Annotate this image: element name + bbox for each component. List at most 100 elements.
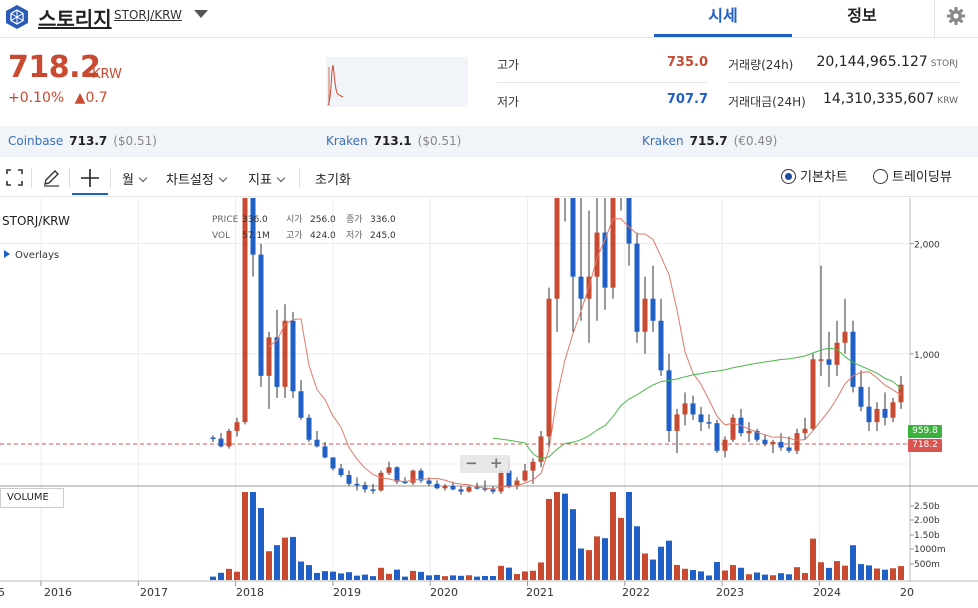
volume-bar xyxy=(514,574,520,580)
chevron-down-icon xyxy=(218,173,228,183)
zoom-out-button[interactable]: − xyxy=(465,454,478,472)
high-label: 고가 xyxy=(497,58,520,72)
candle-body xyxy=(794,433,800,451)
volume-bar xyxy=(290,536,296,580)
candle-body xyxy=(826,359,832,365)
period-label: 월 xyxy=(122,173,134,188)
zoom-in-button[interactable]: + xyxy=(490,454,503,472)
price-change: +0.10% ▲0.7 xyxy=(8,90,108,106)
period-dropdown[interactable]: 월 xyxy=(122,169,148,188)
coin-name[interactable]: 스토리지 xyxy=(38,3,112,32)
ohlc-high-label: 고가 xyxy=(286,231,303,241)
chart-toolbar: 월 차트설정 지표 초기화 기본차트 트레이딩뷰 xyxy=(0,159,978,197)
chart-type-basic[interactable]: 기본차트 xyxy=(781,166,848,185)
volume-bar xyxy=(490,575,496,580)
pencil-icon[interactable] xyxy=(42,168,61,187)
volume-bar xyxy=(690,570,696,580)
candle-body xyxy=(306,417,312,440)
candle-body xyxy=(642,298,648,332)
time-tick-label: 2021 xyxy=(526,586,554,599)
candle-body xyxy=(442,486,448,489)
toolbar-divider xyxy=(110,168,111,188)
volume-bar xyxy=(386,573,392,580)
volume-bar xyxy=(658,546,664,580)
ohlc-tooltip: PRICE 336.0 시가 256.0 종가 336.0 VOL 57.1M 고가 424.0… xyxy=(212,212,396,244)
volume-bar xyxy=(810,538,816,580)
volume-bar xyxy=(730,565,736,580)
volume-bar xyxy=(714,562,720,580)
crosshair-button[interactable] xyxy=(72,161,108,195)
volume-bar xyxy=(354,575,360,580)
candle-body xyxy=(362,484,368,490)
volume-bar xyxy=(394,569,400,580)
candle-body xyxy=(530,461,536,471)
volume-bar xyxy=(210,576,216,580)
candle-body xyxy=(282,320,288,387)
candle-body xyxy=(258,254,264,376)
candle-body xyxy=(698,414,704,423)
turnover-unit: KRW xyxy=(937,96,958,106)
volume-bar xyxy=(818,562,824,580)
volume-bar xyxy=(674,564,680,580)
chart-type-basic-label: 기본차트 xyxy=(800,170,848,185)
volume-bar xyxy=(826,567,832,580)
current-price: 718.2 xyxy=(8,50,101,85)
price-chart[interactable]: 5,0004,0003,0002,0001,0002.50b2.00b1.50b… xyxy=(0,198,978,608)
volume-bar xyxy=(562,493,568,580)
volume-bar xyxy=(466,575,472,580)
top-header: 스토리지 STORJ/KRW 시세 정보 xyxy=(0,0,978,38)
volume-bar xyxy=(546,498,552,580)
indicators-label: 지표 xyxy=(248,173,272,188)
overlays-toggle[interactable]: Overlays xyxy=(4,250,59,261)
exchange-diff: ($0.51) xyxy=(113,134,157,148)
candle-body xyxy=(866,406,872,423)
exchange-kraken-usd[interactable]: Kraken 713.1 ($0.51) xyxy=(326,134,461,148)
tab-info[interactable]: 정보 xyxy=(792,0,932,37)
exchange-coinbase[interactable]: Coinbase 713.7 ($0.51) xyxy=(8,134,157,148)
volume-bar xyxy=(834,561,840,580)
low-value: 707.7 xyxy=(666,92,708,107)
indicators-dropdown[interactable]: 지표 xyxy=(248,169,286,188)
exchange-price-bar: Coinbase 713.7 ($0.51) Kraken 713.1 ($0.51) … xyxy=(0,126,978,157)
volume-bar xyxy=(650,559,656,580)
price-tick-label: 2,000 xyxy=(914,241,940,251)
toolbar-divider xyxy=(299,168,300,188)
ohlc-price-value: 336.0 xyxy=(242,215,268,225)
candle-body xyxy=(722,439,728,451)
chevron-down-icon[interactable] xyxy=(194,10,208,18)
volume-bar xyxy=(898,566,904,580)
candle-body xyxy=(314,439,320,447)
volume-bar xyxy=(474,576,480,580)
time-tick-label: 2023 xyxy=(716,586,744,599)
candle-body xyxy=(290,320,296,392)
chart-type-tradingview[interactable]: 트레이딩뷰 xyxy=(873,166,952,185)
candle-body xyxy=(234,422,240,431)
pair-link[interactable]: STORJ/KRW xyxy=(114,8,182,22)
candle-body xyxy=(810,359,816,429)
chart-type-trading-label: 트레이딩뷰 xyxy=(892,170,952,185)
candle-body xyxy=(770,441,776,445)
toolbar-divider xyxy=(69,168,70,188)
volume-bar xyxy=(434,574,440,580)
ohlc-vol-label: VOL xyxy=(212,231,231,241)
chart-settings-dropdown[interactable]: 차트설정 xyxy=(166,169,228,188)
volume-bar xyxy=(642,553,648,580)
candle-body xyxy=(330,457,336,469)
volume-bar xyxy=(698,571,704,580)
reset-button[interactable]: 초기화 xyxy=(315,169,351,188)
volume-bar xyxy=(738,567,744,580)
exchange-kraken-eur[interactable]: Kraken 715.7 (€0.49) xyxy=(642,134,777,148)
storj-logo-icon[interactable] xyxy=(4,4,30,30)
toolbar-divider xyxy=(31,168,32,188)
volume-bar xyxy=(866,565,872,580)
turnover-value: 14,310,335,607 KRW xyxy=(790,91,958,107)
chart-canvas[interactable]: 5,0004,0003,0002,0001,0002.50b2.00b1.50b… xyxy=(0,198,978,608)
exchange-price: 713.1 xyxy=(373,134,412,148)
volume-bar xyxy=(442,576,448,580)
volume-bar xyxy=(482,575,488,580)
fullscreen-icon[interactable] xyxy=(6,169,23,186)
gear-icon[interactable] xyxy=(946,6,966,26)
candle-body xyxy=(666,370,672,431)
tab-market[interactable]: 시세 xyxy=(654,0,792,37)
volume-bar xyxy=(298,561,304,580)
